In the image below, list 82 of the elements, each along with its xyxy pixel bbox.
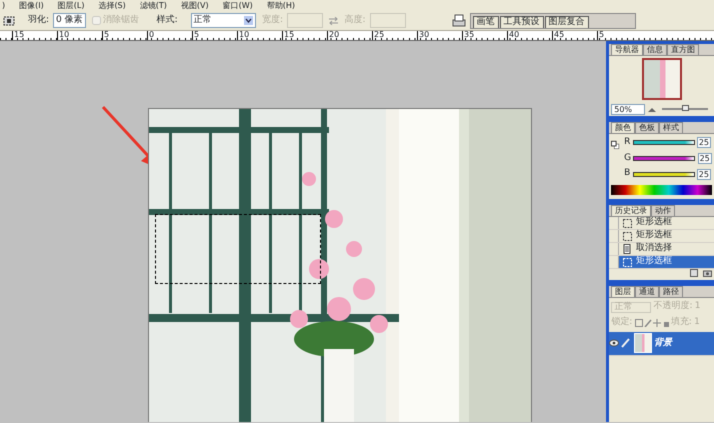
width-label: 宽度: — [262, 14, 283, 27]
navigator-thumbnail — [642, 58, 682, 100]
channel-label: B — [624, 167, 630, 180]
height-label: 高度: — [344, 14, 366, 27]
menu-item[interactable]: 视图(V) — [180, 0, 209, 11]
ruler-number: 45 — [552, 31, 597, 40]
ruler-number: 5 — [192, 31, 237, 40]
zoom-field[interactable]: 50% — [611, 104, 646, 114]
panel-tab[interactable]: 信息 — [643, 44, 667, 55]
panel-tab[interactable]: 通道 — [635, 286, 659, 297]
selection-marquee[interactable] — [155, 214, 321, 284]
feather-field[interactable]: 0 像素 — [53, 13, 86, 28]
brush-icon[interactable] — [621, 338, 632, 348]
channel-value[interactable]: 25 — [698, 152, 712, 164]
panel-tab[interactable]: 路径 — [659, 286, 683, 297]
color-spectrum[interactable] — [611, 185, 712, 195]
zoom-out-icon[interactable] — [648, 106, 656, 112]
layer-thumbnail — [634, 333, 652, 354]
height-field[interactable] — [370, 13, 406, 28]
ruler-number: 30 — [417, 31, 462, 40]
new-document-icon[interactable] — [690, 269, 698, 277]
ruler-number: 15 — [12, 31, 57, 40]
ruler-number: 5 — [102, 31, 147, 40]
panel-tab[interactable]: 动作 — [651, 205, 675, 216]
document-icon — [623, 244, 632, 254]
history-item[interactable]: 矩形选框 — [609, 230, 714, 243]
palette-tab[interactable]: 图层复合 — [544, 16, 589, 28]
ruler-number: 40 — [507, 31, 552, 40]
palette-tab[interactable]: 工具预设 — [500, 16, 544, 28]
panel-tab[interactable]: 色板 — [635, 122, 659, 132]
ruler-number: 15 — [282, 31, 327, 40]
menu-item[interactable]: 选择(S) — [98, 0, 126, 11]
panel-tab[interactable]: 历史记录 — [611, 205, 651, 216]
eye-icon[interactable] — [609, 339, 619, 348]
fill-value: 1 — [694, 316, 700, 329]
history-label: 矩形选框 — [636, 216, 672, 230]
menu-item[interactable]: ) — [2, 0, 6, 11]
channel-value[interactable]: 25 — [696, 168, 711, 180]
marquee-icon — [623, 258, 632, 266]
history-item[interactable]: 矩形选框 — [609, 217, 714, 230]
ruler-number: 0 — [147, 31, 192, 40]
menu-item[interactable]: 图像(I) — [19, 0, 44, 11]
menu-item[interactable]: 窗口(W) — [222, 0, 253, 11]
panel-tab[interactable]: 直方图 — [667, 44, 699, 55]
lock-label: 锁定: — [611, 316, 632, 329]
menu-item[interactable]: 图层(L) — [58, 0, 84, 11]
panel-tab[interactable]: 颜色 — [611, 122, 635, 132]
style-label: 样式: — [156, 14, 178, 27]
camera-icon[interactable] — [702, 269, 712, 277]
width-field[interactable] — [286, 13, 323, 28]
ruler-number: 20 — [327, 31, 372, 40]
panel-tab[interactable]: 图层 — [611, 286, 635, 297]
zoom-slider-thumb[interactable] — [682, 105, 690, 111]
feather-label: 羽化: — [28, 14, 50, 27]
antialias-label: 消除锯齿 — [103, 14, 140, 27]
palette-tab[interactable]: 画笔 — [472, 16, 499, 28]
ruler-number: 35 — [462, 31, 507, 40]
channel-label: G — [624, 152, 632, 164]
ruler-number: 10 — [237, 31, 282, 40]
ruler-number: 10 — [57, 31, 102, 40]
history-label: 矩形选框 — [636, 255, 672, 268]
history-label: 矩形选框 — [636, 229, 672, 242]
layer-row[interactable]: 背景 — [609, 332, 714, 356]
channel-value[interactable]: 25 — [696, 137, 712, 148]
marquee-tool-icon[interactable] — [3, 14, 15, 26]
dropdown-caret-icon — [244, 16, 253, 25]
panel-tab[interactable]: 导航器 — [611, 44, 643, 55]
opacity-label: 不透明度: — [654, 300, 693, 314]
palette-icon[interactable] — [452, 14, 466, 27]
channel-label: R — [624, 136, 630, 149]
layer-name: 背景 — [654, 336, 672, 350]
menu-item[interactable]: 帮助(H) — [266, 0, 296, 11]
fill-label: 填充: — [670, 316, 692, 329]
opacity-value: 1 — [694, 300, 701, 314]
history-item[interactable]: 矩形选框 — [609, 256, 714, 269]
style-select[interactable]: 正常 — [190, 13, 256, 28]
menu-item[interactable]: 滤镜(T) — [140, 0, 167, 11]
history-label: 取消选择 — [636, 242, 672, 256]
ruler-number: 25 — [372, 31, 417, 40]
lock-icons-drawing[interactable] — [634, 318, 669, 327]
panel-tab[interactable]: 样式 — [659, 122, 683, 132]
ruler-number: 5 — [597, 31, 642, 40]
